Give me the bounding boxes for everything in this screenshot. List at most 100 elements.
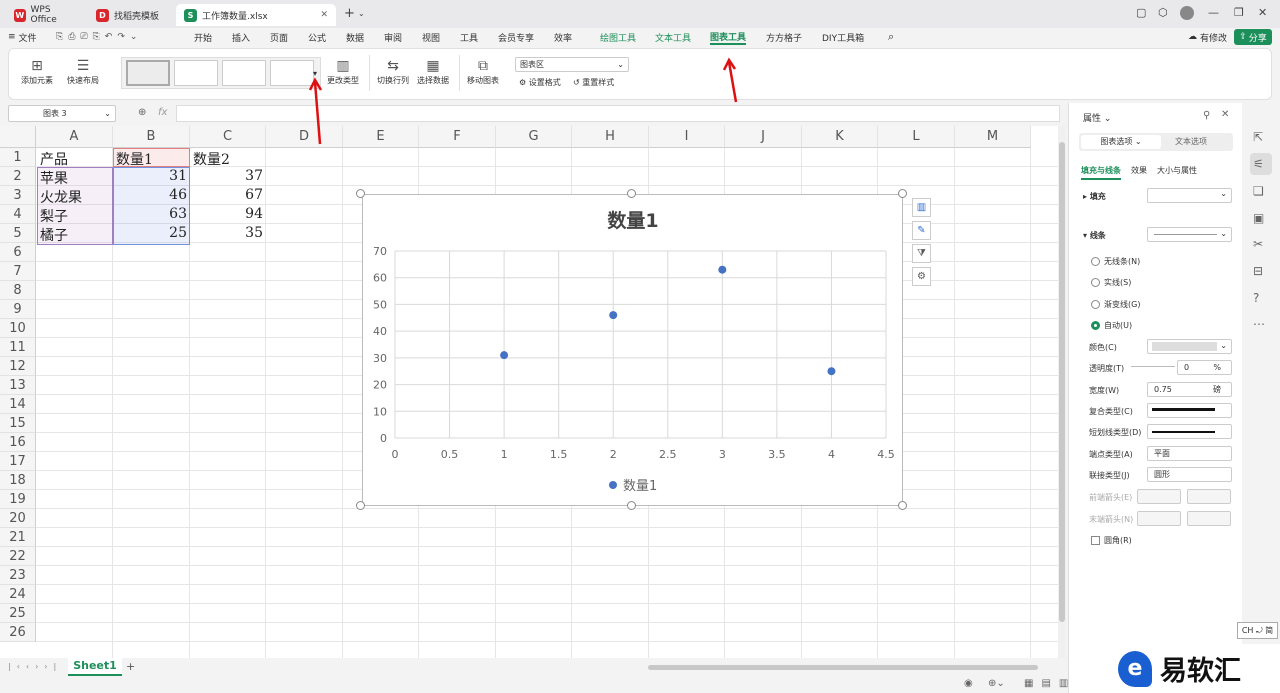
- restore-icon[interactable]: ❐: [1234, 6, 1244, 19]
- chart-style-1[interactable]: [126, 60, 170, 86]
- menu-member[interactable]: 会员专享: [498, 29, 534, 45]
- select-cursor-icon[interactable]: ⇱: [1253, 130, 1263, 144]
- tab-chart-options[interactable]: 图表选项 ⌄: [1081, 135, 1161, 149]
- pin-icon[interactable]: ⚲: [1203, 110, 1210, 121]
- row-header-3[interactable]: 3: [0, 186, 36, 205]
- row-header-1[interactable]: 1: [0, 148, 36, 167]
- minimize-icon[interactable]: —: [1208, 6, 1219, 19]
- radio-auto[interactable]: 自动(U): [1091, 320, 1132, 331]
- row-header-17[interactable]: 17: [0, 452, 36, 471]
- menu-text-tools[interactable]: 文本工具: [655, 29, 691, 45]
- row-header-7[interactable]: 7: [0, 262, 36, 281]
- menu-formula[interactable]: 公式: [308, 29, 326, 45]
- row-header-10[interactable]: 10: [0, 319, 36, 338]
- menu-file[interactable]: ≡ 文件: [8, 29, 37, 45]
- row-header-23[interactable]: 23: [0, 566, 36, 585]
- menu-tools[interactable]: 工具: [460, 29, 478, 45]
- close-panel-icon[interactable]: ✕: [1221, 109, 1229, 120]
- menu-home[interactable]: 开始: [194, 29, 212, 45]
- row-header-18[interactable]: 18: [0, 471, 36, 490]
- transparency-input[interactable]: 0%: [1177, 360, 1232, 375]
- chart-filter-icon[interactable]: ⧩: [912, 244, 931, 263]
- subtab-effects[interactable]: 效果: [1131, 165, 1147, 176]
- join-type-select[interactable]: 圆形: [1147, 467, 1232, 482]
- cell-A4[interactable]: 梨子: [37, 206, 113, 226]
- cell-C4[interactable]: 94: [190, 206, 266, 222]
- menu-view[interactable]: 视图: [422, 29, 440, 45]
- tab-dropdown-icon[interactable]: ⌄: [358, 9, 365, 18]
- tools-icon[interactable]: ✂: [1253, 237, 1263, 251]
- column-header-B[interactable]: B: [113, 126, 190, 148]
- book-icon[interactable]: ⊟: [1253, 264, 1263, 278]
- fx-icon[interactable]: fx: [158, 107, 167, 118]
- menu-insert[interactable]: 插入: [232, 29, 250, 45]
- window-layout-icon[interactable]: ▢: [1136, 6, 1146, 19]
- column-header-K[interactable]: K: [802, 126, 878, 148]
- row-header-8[interactable]: 8: [0, 281, 36, 300]
- menu-data[interactable]: 数据: [346, 29, 364, 45]
- tab-workbook[interactable]: S 工作簿数量.xlsx ✕: [176, 4, 336, 26]
- row-header-5[interactable]: 5: [0, 224, 36, 243]
- resize-handle-se[interactable]: [898, 501, 907, 510]
- chart-style-2[interactable]: [174, 60, 218, 86]
- properties-sliders-icon[interactable]: ⚟: [1253, 157, 1264, 171]
- name-box[interactable]: 图表 3 ⌄: [8, 105, 116, 122]
- cell-B5[interactable]: 25: [113, 225, 190, 241]
- menu-page[interactable]: 页面: [270, 29, 288, 45]
- quick-layout-button[interactable]: ☰ 快速布局: [67, 57, 99, 86]
- scatter-point[interactable]: [718, 265, 727, 274]
- column-header-C[interactable]: C: [190, 126, 266, 148]
- tab-docer[interactable]: D 找稻壳模板: [88, 4, 172, 26]
- zoom-formula-icon[interactable]: ⊕: [138, 107, 146, 118]
- new-tab-button[interactable]: +: [344, 6, 355, 21]
- menu-chart-tools[interactable]: 图表工具: [710, 29, 747, 45]
- legend-label[interactable]: 数量1: [623, 479, 657, 494]
- rounded-corner-checkbox[interactable]: 圆角(R): [1091, 535, 1132, 546]
- row-header-16[interactable]: 16: [0, 433, 36, 452]
- dash-type-select[interactable]: [1147, 424, 1232, 439]
- row-header-24[interactable]: 24: [0, 585, 36, 604]
- row-header-11[interactable]: 11: [0, 338, 36, 357]
- cell-A1[interactable]: 产品: [37, 149, 113, 169]
- row-header-14[interactable]: 14: [0, 395, 36, 414]
- cell-A3[interactable]: 火龙果: [37, 187, 113, 207]
- line-section[interactable]: ▾ 线条: [1083, 230, 1106, 241]
- sheet-tab-sheet1[interactable]: Sheet1: [68, 658, 122, 676]
- cell-B4[interactable]: 63: [113, 206, 190, 222]
- add-element-button[interactable]: ⊞ 添加元素: [21, 57, 53, 86]
- subtab-size-properties[interactable]: 大小与属性: [1157, 165, 1197, 176]
- cell-C2[interactable]: 37: [190, 168, 266, 184]
- image-icon[interactable]: ▣: [1253, 211, 1264, 225]
- search-icon[interactable]: ⌕: [888, 29, 894, 45]
- chart-elements-icon[interactable]: ▥: [912, 198, 931, 217]
- menu-review[interactable]: 审阅: [384, 29, 402, 45]
- radio-no-line[interactable]: 无线条(N): [1091, 256, 1140, 267]
- chart-title[interactable]: 数量1: [607, 209, 658, 232]
- quick-access-toolbar[interactable]: ⎘⎙⎚⎘↶↷⌄: [56, 29, 142, 45]
- column-header-L[interactable]: L: [878, 126, 955, 148]
- subtab-fill-line[interactable]: 填充与线条: [1081, 165, 1121, 180]
- width-input[interactable]: 0.75 磅: [1147, 382, 1232, 397]
- compound-type-select[interactable]: [1147, 403, 1232, 418]
- cell-A5[interactable]: 橘子: [37, 225, 113, 245]
- line-style-select[interactable]: ⌄: [1147, 227, 1232, 242]
- cap-type-select[interactable]: 平面: [1147, 446, 1232, 461]
- row-header-6[interactable]: 6: [0, 243, 36, 262]
- chart-object[interactable]: 数量1 0 10 20 30 40 50 60 70 0 0.5 1 1.5 2 2.5 3 3.5 4 4.5 …: [362, 194, 903, 506]
- row-header-15[interactable]: 15: [0, 414, 36, 433]
- radio-gradient-line[interactable]: 渐变线(G): [1091, 299, 1140, 310]
- share-button[interactable]: ⇪ 分享: [1234, 29, 1272, 45]
- row-header-22[interactable]: 22: [0, 547, 36, 566]
- resize-handle-n[interactable]: [627, 189, 636, 198]
- scatter-point[interactable]: [609, 311, 618, 320]
- add-sheet-button[interactable]: +: [126, 660, 135, 673]
- close-window-icon[interactable]: ✕: [1258, 6, 1267, 19]
- cell-B1[interactable]: 数量1: [113, 149, 190, 169]
- more-icon[interactable]: ⋯: [1253, 317, 1265, 331]
- tab-text-options[interactable]: 文本选项: [1175, 135, 1207, 149]
- column-header-A[interactable]: A: [36, 126, 113, 148]
- cell-B2[interactable]: 31: [113, 168, 190, 184]
- ime-indicator[interactable]: CH ⤾ 简: [1237, 622, 1278, 639]
- fill-select[interactable]: ⌄: [1147, 188, 1232, 203]
- cell-B3[interactable]: 46: [113, 187, 190, 203]
